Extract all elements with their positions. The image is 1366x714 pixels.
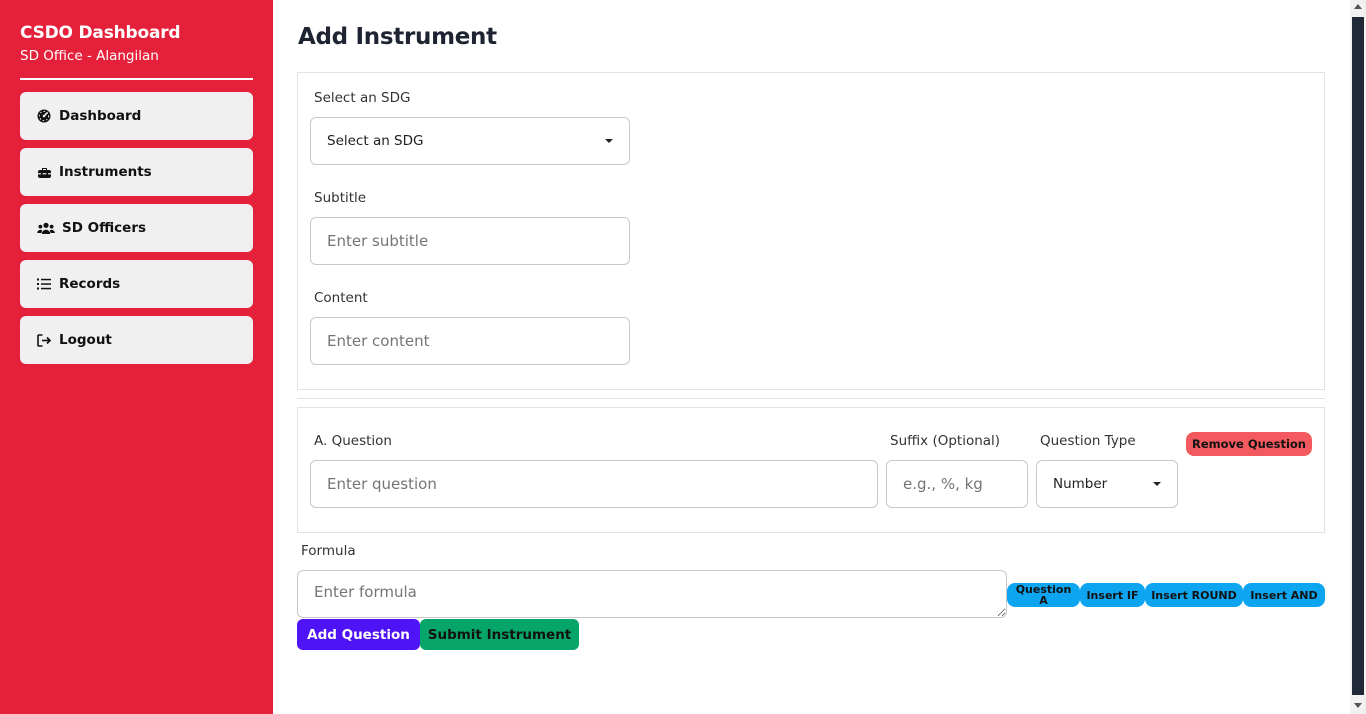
- question-type-label: Question Type: [1040, 433, 1136, 449]
- sdg-selected-value: Select an SDG: [327, 133, 424, 149]
- sidebar-item-label: Records: [59, 276, 121, 292]
- insert-question-a-button[interactable]: Question A: [1007, 583, 1080, 607]
- chevron-down-icon: [1153, 482, 1161, 486]
- gauge-icon: [36, 108, 52, 124]
- formula-label: Formula: [301, 543, 356, 559]
- sidebar-item-records[interactable]: Records: [20, 260, 253, 308]
- brand-title: CSDO Dashboard: [20, 23, 181, 43]
- sidebar-item-sd-officers[interactable]: SD Officers: [20, 204, 253, 252]
- brand-subtitle: SD Office - Alangilan: [20, 48, 159, 64]
- chevron-down-icon: [605, 139, 613, 143]
- section-divider: [297, 398, 1325, 399]
- logout-icon: [36, 332, 52, 348]
- remove-question-button[interactable]: Remove Question: [1186, 432, 1312, 456]
- submit-instrument-button[interactable]: Submit Instrument: [420, 619, 579, 650]
- add-question-button[interactable]: Add Question: [297, 619, 420, 650]
- scrollbar-thumb[interactable]: [1352, 17, 1364, 695]
- sidebar-item-label: Dashboard: [59, 108, 142, 124]
- sidebar-item-label: Instruments: [59, 164, 152, 180]
- subtitle-label: Subtitle: [314, 190, 367, 206]
- question-type-select[interactable]: Number: [1036, 460, 1178, 508]
- scroll-up-arrow-icon[interactable]: [1354, 4, 1362, 9]
- insert-round-button[interactable]: Insert ROUND: [1145, 583, 1243, 607]
- sdg-select[interactable]: Select an SDG: [310, 117, 630, 165]
- content-label: Content: [314, 290, 368, 306]
- scrollbar[interactable]: [1350, 0, 1366, 714]
- insert-if-button[interactable]: Insert IF: [1080, 583, 1145, 607]
- sidebar-item-dashboard[interactable]: Dashboard: [20, 92, 253, 140]
- brand-divider: [20, 78, 253, 80]
- sidebar-item-label: SD Officers: [62, 220, 147, 236]
- scroll-down-arrow-icon[interactable]: [1354, 703, 1362, 708]
- users-icon: [36, 220, 55, 236]
- sidebar-item-logout[interactable]: Logout: [20, 316, 253, 364]
- subtitle-input[interactable]: [310, 217, 630, 265]
- sidebar-item-instruments[interactable]: Instruments: [20, 148, 253, 196]
- sidebar: CSDO Dashboard SD Office - Alangilan Das…: [0, 0, 273, 714]
- question-type-value: Number: [1053, 476, 1108, 492]
- question-label: A. Question: [314, 433, 392, 449]
- question-input[interactable]: [310, 460, 878, 508]
- insert-and-button[interactable]: Insert AND: [1243, 583, 1325, 607]
- formula-input[interactable]: [297, 570, 1007, 618]
- toolbox-icon: [36, 164, 52, 180]
- suffix-input[interactable]: [886, 460, 1028, 508]
- page-title: Add Instrument: [298, 24, 497, 50]
- suffix-label: Suffix (Optional): [890, 433, 1001, 449]
- sdg-label: Select an SDG: [314, 90, 411, 106]
- list-icon: [36, 276, 52, 292]
- content-input[interactable]: [310, 317, 630, 365]
- main-content: Add Instrument Select an SDG Select an S…: [273, 0, 1350, 714]
- sidebar-item-label: Logout: [59, 332, 112, 348]
